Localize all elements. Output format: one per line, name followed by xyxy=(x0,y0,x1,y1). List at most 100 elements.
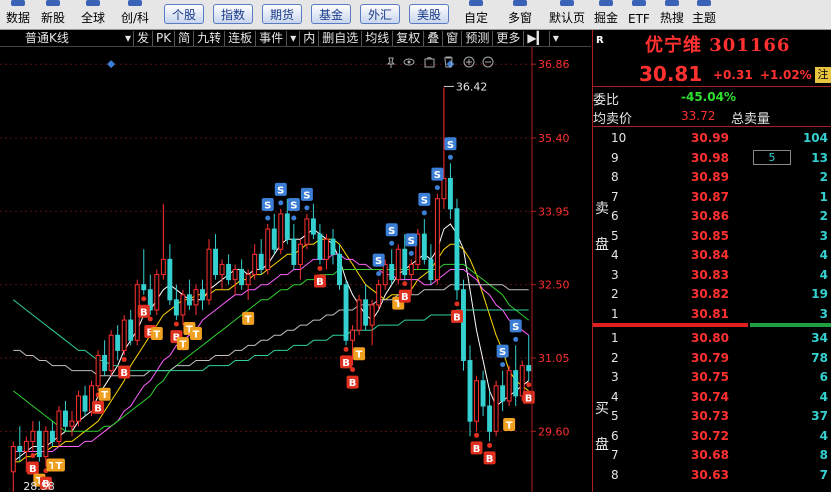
btn-lianban[interactable]: 连板 xyxy=(225,30,257,46)
order-book-row[interactable]: 4 30.84 4 xyxy=(611,245,831,265)
level-price: 30.84 xyxy=(691,248,729,262)
btn-jian[interactable]: 简 xyxy=(175,30,195,46)
pin-icon[interactable] xyxy=(386,57,396,68)
signal-dot xyxy=(513,336,519,342)
toolbar-item-chuangke[interactable]: 创/科 xyxy=(121,0,149,30)
order-book-row[interactable]: 6 30.72 4 xyxy=(611,426,831,446)
order-book-row[interactable]: 1 30.81 3 xyxy=(611,304,831,324)
candle-body xyxy=(23,440,29,453)
tab-forex[interactable]: 外汇 xyxy=(360,4,400,24)
chevron-down-icon[interactable]: ▾ xyxy=(287,30,301,46)
order-book-row[interactable]: 7 30.87 1 xyxy=(611,187,831,207)
ma-line-ma60 xyxy=(13,284,529,377)
level-volume: 3 xyxy=(819,306,828,321)
candle-body xyxy=(141,284,147,291)
theme-icon xyxy=(697,0,711,6)
order-book-row[interactable]: 8 30.89 2 xyxy=(611,167,831,187)
price-axis: 36.86 35.40 33.95 32.50 31.05 29.60 xyxy=(531,47,570,492)
toolbar-item-hot-search[interactable]: 热搜 xyxy=(660,0,684,30)
order-book-row[interactable]: 9 30.98 13 5 xyxy=(611,148,831,168)
toolbar-item-theme[interactable]: 主题 xyxy=(692,0,716,30)
order-book-row[interactable]: 7 30.68 8 xyxy=(611,445,831,465)
default-page-icon xyxy=(560,0,574,6)
btn-jiuzhuan[interactable]: 九转 xyxy=(194,30,226,46)
level-label: 8 xyxy=(611,170,619,184)
toolbar-item-default-page[interactable]: 默认页 xyxy=(549,0,585,30)
btn-adjust[interactable]: 复权 xyxy=(393,30,425,46)
signal-letter: B xyxy=(486,454,494,465)
toolbar-item-etf[interactable]: ETF xyxy=(628,0,650,30)
signal-dot xyxy=(454,301,460,307)
order-book-row[interactable]: 8 30.63 7 xyxy=(611,465,831,485)
kline-chart[interactable]: BBTBTTBTBBBTBTTTTSSSSBBBTSSTBSSSSBBBSTSB… xyxy=(0,47,591,492)
signal-dot xyxy=(434,185,440,191)
level-price: 30.75 xyxy=(691,370,729,384)
btn-pk[interactable]: PK xyxy=(153,30,176,46)
candle-body xyxy=(186,294,192,306)
btn-forecast[interactable]: 预测 xyxy=(462,30,494,46)
order-book-row[interactable]: 2 30.79 78 xyxy=(611,348,831,368)
signal-dot xyxy=(350,367,356,373)
level-volume: 1 xyxy=(819,189,828,204)
order-book-row[interactable]: 3 30.83 4 xyxy=(611,265,831,285)
collapse-panel-icon[interactable]: ▶▎ xyxy=(524,30,550,46)
level-label: 3 xyxy=(611,267,619,282)
signal-letter: B xyxy=(525,393,533,404)
add-icon[interactable] xyxy=(463,56,475,68)
toolbar-item-new-stock[interactable]: 新股 xyxy=(41,0,65,30)
low-price-label: 28.58 xyxy=(23,480,55,492)
btn-ma[interactable]: 均线 xyxy=(362,30,394,46)
level-price: 30.85 xyxy=(691,228,729,243)
total-ask-label: 总卖量 xyxy=(731,112,771,127)
tab-us-stock[interactable]: 美股 xyxy=(409,4,449,24)
candle-body xyxy=(95,354,101,387)
toolbar-item-custom[interactable]: 自定 xyxy=(464,0,488,30)
order-book-row[interactable]: 5 30.73 37 xyxy=(611,406,831,426)
btn-events[interactable]: 事件 xyxy=(256,30,288,46)
candle-body xyxy=(493,385,499,432)
order-book-row[interactable]: 5 30.85 3 xyxy=(611,226,831,246)
bag-icon[interactable] xyxy=(424,57,435,68)
order-book-row[interactable]: 3 30.75 6 xyxy=(611,367,831,387)
level-volume: 3 xyxy=(819,228,828,243)
remove-icon[interactable] xyxy=(482,56,494,68)
candle-body xyxy=(513,370,519,397)
kline-type-select[interactable]: 普通K线 ▾ xyxy=(22,30,134,46)
btn-more[interactable]: 更多 xyxy=(493,30,525,46)
level-label: 6 xyxy=(611,428,619,443)
order-book-row[interactable]: 4 30.74 4 xyxy=(611,387,831,407)
order-book-row[interactable]: 6 30.86 2 xyxy=(611,206,831,226)
order-book-row[interactable]: 2 30.82 19 xyxy=(611,284,831,304)
order-book-row[interactable]: 10 30.99 104 xyxy=(611,128,831,148)
order-book-row[interactable]: 1 30.80 34 xyxy=(611,328,831,348)
candle-body xyxy=(324,238,329,260)
last-price: 30.81 xyxy=(639,62,703,86)
signal-dot xyxy=(265,215,271,221)
tab-index[interactable]: 指数 xyxy=(213,4,253,24)
candle-body xyxy=(36,430,42,458)
candle-body xyxy=(369,304,375,326)
btn-fa[interactable]: 发 xyxy=(134,30,154,46)
toolbar-item-juejin[interactable]: 掘金 xyxy=(594,0,618,30)
toolbar-item-multi-window[interactable]: 多窗 xyxy=(508,0,532,30)
candle-body xyxy=(173,299,179,316)
btn-remove-watchlist[interactable]: 删自选 xyxy=(319,30,363,46)
toolbar-item-data[interactable]: 数据 xyxy=(6,0,30,30)
stock-name[interactable]: 优宁维 301166 xyxy=(645,31,790,57)
tab-fund[interactable]: 基金 xyxy=(311,4,351,24)
signal-letter: B xyxy=(342,358,350,369)
tab-futures[interactable]: 期货 xyxy=(262,4,302,24)
signal-dot xyxy=(147,316,153,322)
btn-window[interactable]: 窗 xyxy=(443,30,463,46)
margin-badge[interactable]: 注 xyxy=(815,67,831,83)
eye-icon[interactable] xyxy=(403,58,415,66)
level-price: 30.81 xyxy=(691,306,729,321)
toolbar-item-global[interactable]: 全球 xyxy=(81,0,105,30)
tab-stock[interactable]: 个股 xyxy=(164,4,204,24)
candle-body xyxy=(526,365,532,372)
candle-body xyxy=(291,238,297,265)
btn-overlay[interactable]: 叠 xyxy=(424,30,444,46)
chevron-down-icon[interactable]: ▾ xyxy=(550,31,562,46)
btn-nei[interactable]: 内 xyxy=(300,30,320,46)
level-price: 30.79 xyxy=(691,350,729,365)
